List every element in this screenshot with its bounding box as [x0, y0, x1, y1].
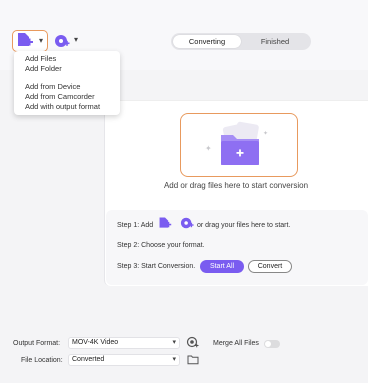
svg-text:✦: ✦ — [263, 130, 268, 137]
add-file-icon[interactable] — [158, 216, 172, 232]
tab-finished[interactable]: Finished — [241, 35, 309, 48]
menu-item-add-from-camcorder[interactable]: Add from Camcorder — [14, 92, 120, 102]
step1-suffix: or drag your files here to start. — [197, 222, 291, 229]
dvd-icon — [54, 33, 70, 51]
chevron-down-icon: ▾ — [172, 356, 176, 363]
toggle-knob — [265, 341, 271, 347]
merge-toggle[interactable] — [264, 340, 280, 348]
menu-item-add-folder[interactable]: Add Folder — [14, 64, 120, 74]
step2-text: Step 2: Choose your format. — [117, 242, 205, 249]
step3-text: Step 3: Start Conversion. — [117, 263, 196, 270]
drop-target[interactable]: ✦ ✦ — [180, 113, 298, 177]
dvd-icon[interactable] — [180, 216, 194, 232]
add-files-button[interactable]: ▾ — [12, 30, 48, 52]
step1-prefix: Step 1: Add — [117, 222, 154, 229]
file-location-select[interactable]: Converted ▾ — [68, 354, 180, 366]
chevron-down-icon[interactable]: ▾ — [74, 35, 78, 44]
folder-plus-icon: ✦ ✦ — [205, 121, 268, 165]
file-location-label: File Location: — [21, 357, 63, 364]
merge-label: Merge All Files — [213, 340, 259, 347]
menu-item-add-files[interactable]: Add Files — [14, 54, 120, 64]
drop-instructions: Add or drag files here to start conversi… — [163, 181, 309, 190]
add-file-icon — [16, 32, 34, 50]
menu-item-add-with-output-format[interactable]: Add with output format — [14, 102, 120, 112]
chevron-down-icon[interactable]: ▾ — [39, 36, 43, 45]
output-format-select[interactable]: MOV-4K Video ▾ — [68, 337, 180, 349]
add-files-menu: Add Files Add Folder Add from Device Add… — [14, 51, 120, 115]
tab-converting[interactable]: Converting — [173, 35, 241, 48]
output-format-value: MOV-4K Video — [72, 339, 119, 346]
status-tabs: Converting Finished — [171, 33, 311, 50]
menu-item-add-from-device[interactable]: Add from Device — [14, 82, 120, 92]
settings-icon[interactable] — [186, 336, 199, 351]
file-location-value: Converted — [72, 356, 105, 363]
convert-button[interactable]: Convert — [248, 260, 292, 273]
load-dvd-button[interactable]: ▾ — [54, 33, 84, 51]
folder-icon[interactable] — [187, 354, 199, 367]
chevron-down-icon: ▾ — [172, 339, 176, 346]
menu-separator — [14, 74, 120, 82]
svg-text:✦: ✦ — [205, 144, 212, 153]
output-format-label: Output Format: — [13, 340, 61, 347]
start-all-button[interactable]: Start All — [200, 260, 244, 273]
